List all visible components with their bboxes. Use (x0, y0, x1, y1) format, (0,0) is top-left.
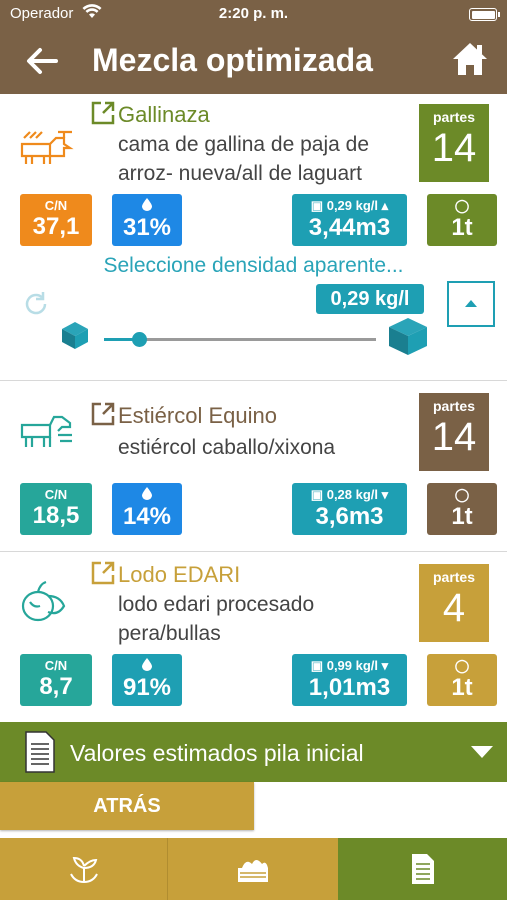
scale-icon: ◯ (454, 198, 470, 213)
tab-compost[interactable] (168, 838, 338, 900)
cn-label: C/N (44, 487, 68, 502)
page-title: Mezcla optimizada (92, 42, 373, 78)
water-drop-icon (142, 487, 152, 500)
cn-chip: C/N 18,5 (20, 483, 92, 535)
home-icon[interactable] (451, 40, 489, 78)
density-value: 0,99 kg/l (326, 658, 379, 673)
cube-icon: ▣ (310, 658, 324, 673)
parts-label: partes (432, 569, 476, 585)
plant-hands-icon (69, 856, 98, 884)
humidity-chip: 91% (112, 654, 182, 706)
parts-label: partes (432, 109, 476, 125)
large-cube-icon (389, 318, 427, 355)
material-description: cama de gallina de paja de arroz- nueva/… (118, 130, 418, 188)
volume-value: 1,01m3 (308, 674, 391, 701)
caret-down-icon: ▾ (381, 487, 389, 502)
material-name[interactable]: Gallinaza (118, 102, 210, 128)
weight-chip: ◯ 1t (427, 483, 497, 535)
density-volume-chip[interactable]: ▣ 0,99 kg/l ▾ 1,01m3 (292, 654, 407, 706)
material-description-line: lodo edari procesado (118, 593, 315, 616)
cn-chip: C/N 8,7 (20, 654, 92, 706)
volume-value: 3,6m3 (315, 503, 384, 530)
external-link-icon[interactable] (90, 560, 116, 586)
weight-chip: ◯ 1t (427, 654, 497, 706)
density-volume-chip[interactable]: ▣ 0,28 kg/l ▾ 3,6m3 (292, 483, 407, 535)
parts-value: 14 (431, 126, 477, 170)
material-card-lodo-edari: Lodo EDARI lodo edari procesado pera/bul… (0, 552, 507, 722)
document-icon (411, 854, 434, 884)
material-card-gallinaza: Gallinaza cama de gallina de paja de arr… (0, 94, 507, 381)
parts-label: partes (432, 398, 476, 414)
compost-pile-icon (238, 860, 268, 882)
humidity-chip: 31% (112, 194, 182, 246)
cube-icon: ▣ (310, 198, 324, 213)
material-description-line: pera/bullas (118, 622, 221, 645)
tab-document[interactable] (338, 838, 507, 900)
parts-value: 4 (442, 586, 466, 630)
external-link-icon[interactable] (90, 100, 116, 126)
parts-box: partes 14 (419, 104, 489, 182)
material-description-line: arroz- nueva/all de laguart (118, 162, 362, 185)
weight-value: 1t (451, 214, 473, 241)
caret-up-icon: ▴ (381, 198, 389, 213)
small-cube-icon (62, 322, 88, 349)
tab-bar (0, 838, 507, 900)
parts-value: 14 (431, 415, 477, 459)
cn-label: C/N (44, 658, 68, 673)
battery-icon (469, 8, 500, 21)
horse-icon (20, 415, 72, 447)
humidity-value: 91% (122, 674, 172, 701)
back-button[interactable]: ATRÁS (0, 782, 254, 830)
estimated-values-label: Valores estimados pila inicial (70, 740, 364, 766)
water-drop-icon (142, 658, 152, 671)
caret-down-icon: ▾ (381, 658, 389, 673)
cn-value: 37,1 (32, 213, 80, 240)
cn-label: C/N (44, 198, 68, 213)
material-name[interactable]: Lodo EDARI (118, 562, 240, 588)
slider-value-badge: 0,29 kg/l (316, 284, 424, 314)
app-header: Mezcla optimizada (0, 28, 507, 94)
density-value: 0,28 kg/l (326, 487, 379, 502)
tab-plant[interactable] (0, 838, 168, 900)
density-slider-knob[interactable] (131, 332, 147, 347)
refresh-icon[interactable] (22, 290, 50, 318)
weight-chip: ◯ 1t (427, 194, 497, 246)
scale-icon: ◯ (454, 658, 470, 673)
arrow-left-icon[interactable] (22, 41, 62, 81)
cn-chip: C/N 37,1 (20, 194, 92, 246)
material-description: lodo edari procesado pera/bullas (118, 590, 418, 648)
volume-value: 3,44m3 (308, 214, 391, 241)
humidity-value: 31% (122, 214, 172, 241)
material-description-line: estiércol caballo/xixona (118, 436, 336, 459)
scale-icon: ◯ (454, 487, 470, 502)
caret-up-icon (465, 300, 477, 307)
material-description-line: cama de gallina de paja de (118, 133, 370, 156)
select-density-prompt[interactable]: Seleccione densidad aparente... (0, 254, 507, 278)
density-volume-chip[interactable]: ▣ 0,29 kg/l ▴ 3,44m3 (292, 194, 407, 246)
material-name[interactable]: Estiércol Equino (118, 403, 277, 429)
humidity-chip: 14% (112, 483, 182, 535)
cn-value: 18,5 (32, 502, 80, 529)
collapse-button[interactable] (447, 281, 495, 327)
humidity-value: 14% (122, 503, 172, 530)
weight-value: 1t (451, 503, 473, 530)
material-description: estiércol caballo/xixona (118, 433, 418, 462)
parts-box: partes 4 (419, 564, 489, 642)
parts-box: partes 14 (419, 393, 489, 471)
hen-icon (20, 130, 74, 164)
weight-value: 1t (451, 674, 473, 701)
external-link-icon[interactable] (90, 401, 116, 427)
water-drop-icon (142, 198, 152, 211)
status-bar: Operador 2:20 p. m. (0, 0, 507, 28)
estimated-values-bar[interactable]: Valores estimados pila inicial (0, 722, 507, 782)
fruit-icon (21, 580, 66, 622)
cn-value: 8,7 (39, 673, 73, 700)
material-card-estiercol-equino: Estiércol Equino estiércol caballo/xixon… (0, 381, 507, 552)
document-icon (25, 731, 55, 773)
clock: 2:20 p. m. (218, 5, 289, 22)
density-value: 0,29 kg/l (326, 198, 379, 213)
cube-icon: ▣ (310, 487, 324, 502)
caret-down-icon (471, 746, 493, 758)
